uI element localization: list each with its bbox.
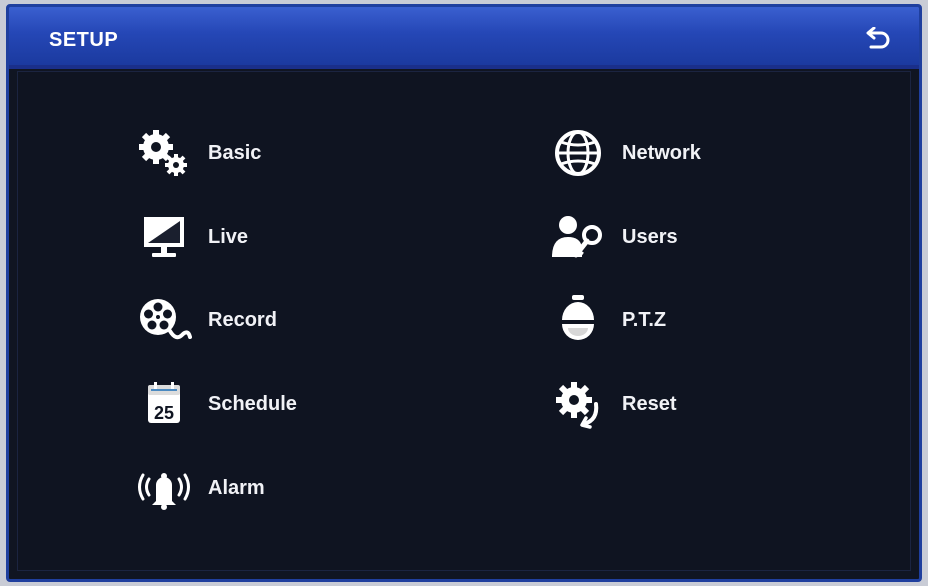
- menu-label-alarm: Alarm: [208, 476, 265, 499]
- setup-menu-panel: Basic Live Record 25 Schedule Alarm Netw…: [17, 71, 911, 571]
- menu-label-schedule: Schedule: [208, 392, 297, 415]
- film-reel-icon: [134, 292, 194, 348]
- menu-label-network: Network: [622, 141, 701, 164]
- monitor-icon: [134, 209, 194, 265]
- menu-item-live[interactable]: Live: [134, 209, 248, 265]
- gears-icon: [134, 125, 194, 181]
- menu-label-reset: Reset: [622, 392, 677, 415]
- menu-item-users[interactable]: Users: [548, 209, 678, 265]
- menu-item-network[interactable]: Network: [548, 125, 701, 181]
- back-button[interactable]: [863, 26, 893, 55]
- menu-label-live: Live: [208, 225, 249, 248]
- menu-item-ptz[interactable]: P.T.Z: [548, 292, 666, 348]
- back-arrow-icon: [866, 26, 890, 49]
- menu-label-record: Record: [208, 308, 277, 331]
- menu-item-schedule[interactable]: 25 Schedule: [134, 376, 297, 432]
- menu-item-record[interactable]: Record: [134, 292, 277, 348]
- calendar-icon: 25: [134, 376, 194, 432]
- setup-window: SETUP Basic Live Record 25 Schedule Alar…: [6, 4, 922, 582]
- menu-item-basic[interactable]: Basic: [134, 125, 261, 181]
- globe-icon: [548, 125, 608, 181]
- alarm-bell-icon: [134, 460, 194, 516]
- menu-label-basic: Basic: [208, 141, 262, 164]
- ptz-camera-icon: [548, 292, 608, 348]
- menu-item-reset[interactable]: Reset: [548, 376, 676, 432]
- calendar-day-number: 25: [154, 403, 174, 423]
- reset-gear-icon: [548, 376, 608, 432]
- title-bar: SETUP: [9, 7, 919, 69]
- users-key-icon: [548, 209, 608, 265]
- page-title: SETUP: [49, 29, 119, 51]
- menu-label-ptz: P.T.Z: [622, 308, 667, 331]
- menu-label-users: Users: [622, 225, 678, 248]
- menu-item-alarm[interactable]: Alarm: [134, 460, 265, 516]
